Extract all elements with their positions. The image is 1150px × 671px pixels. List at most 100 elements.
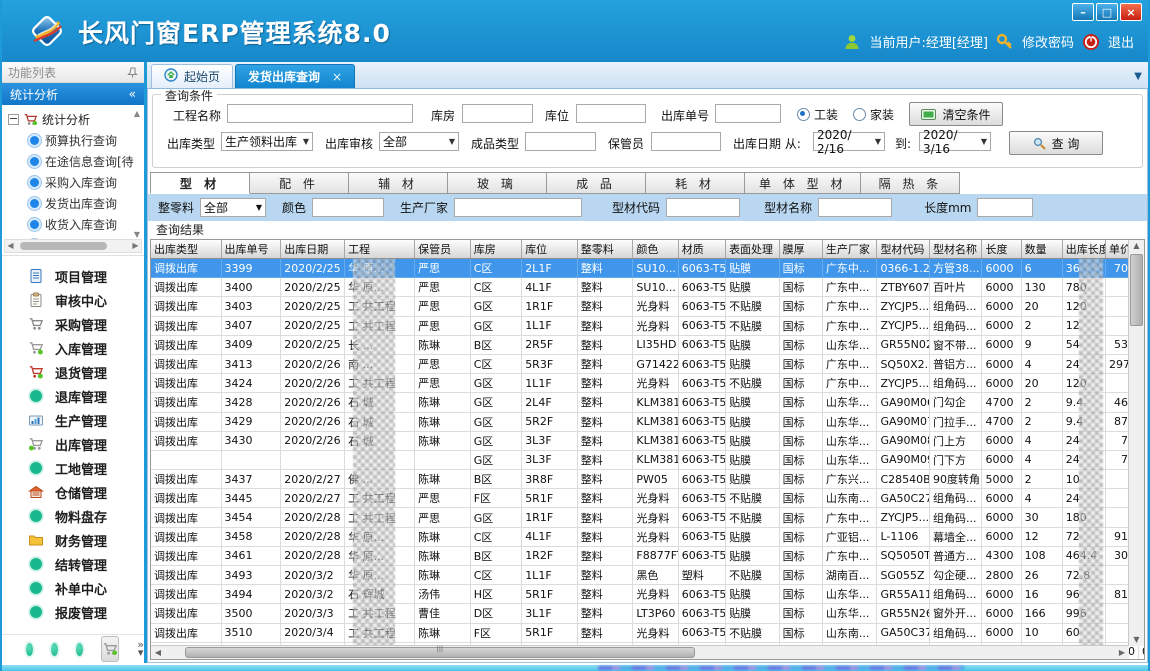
sidebar-item-采购管理[interactable]: 采购管理 (2, 312, 144, 336)
table-row[interactable]: G区3L3F整料KLM38176063-T5贴膜国标山东华...GA90M09.… (151, 450, 1145, 469)
sidebar-item-补单中心[interactable]: 补单中心 (2, 576, 144, 600)
tree-root-node[interactable]: 统计分析 (8, 109, 142, 130)
table-row[interactable]: 调拨出库35002020/3/3工 共工程曹佳D区3L1F整料LT3P60606… (151, 604, 1145, 623)
sidebar-item-仓储管理[interactable]: 仓储管理 (2, 480, 144, 504)
table-row[interactable]: 调拨出库34002020/2/25华 原...严思C区4L1F整料SU10...… (151, 278, 1145, 297)
material-tab-隔热条[interactable]: 隔 热 条 (861, 172, 960, 194)
table-row[interactable]: 调拨出库34582020/2/28华 原...陈琳C区4L1F整料光身料6063… (151, 527, 1145, 546)
column-header-出库类型[interactable]: 出库类型 (151, 240, 221, 259)
sidebar-item-入库管理[interactable]: 入库管理 (2, 336, 144, 360)
table-row[interactable]: 调拨出库34372020/2/27佛 ...陈琳B区3R8F整料PW056063… (151, 470, 1145, 489)
material-tab-配件[interactable]: 配 件 (250, 172, 349, 194)
tree-expander-icon[interactable] (8, 114, 19, 125)
scroll-left-icon[interactable]: ◀ (151, 648, 165, 657)
product-type-input[interactable] (525, 132, 596, 151)
column-header-工程[interactable]: 工程 (345, 240, 415, 259)
table-row[interactable]: 调拨出库34292020/2/26石 城陈琳G区5R2F整料KLM3817606… (151, 412, 1145, 431)
whole-part-select[interactable]: 全部▼ (200, 198, 266, 217)
table-row[interactable]: 调拨出库34132020/2/26南 ...严思C区5R3F整料G7142260… (151, 354, 1145, 373)
keeper-input[interactable] (651, 132, 721, 151)
sidebar-item-项目管理[interactable]: 项目管理 (2, 264, 144, 288)
column-header-材质[interactable]: 材质 (678, 240, 725, 259)
tree-item-4[interactable]: 发货出库查询 (8, 193, 142, 214)
section-header[interactable]: 统计分析 « (2, 83, 144, 105)
change-password-link[interactable]: 修改密码 (1022, 32, 1074, 51)
sidebar-item-工地管理[interactable]: 工地管理 (2, 456, 144, 480)
table-row[interactable]: 调拨出库34452020/2/27工 共工程严思F区5R1F整料光身料6063-… (151, 489, 1145, 508)
table-row[interactable]: 调拨出库34072020/2/25工 共工程严思G区1L1F整料光身料6063-… (151, 316, 1145, 335)
tree-item-5[interactable]: 收货入库查询 (8, 214, 142, 235)
table-row[interactable]: 调拨出库34302020/2/26石 城陈琳G区3L3F整料KLM3817606… (151, 431, 1145, 450)
module-dot-icon[interactable] (76, 643, 83, 656)
scroll-up-icon[interactable]: ▲ (1133, 240, 1139, 252)
scroll-right-icon[interactable]: ▶ (1115, 648, 1129, 657)
module-dot-icon[interactable] (26, 643, 33, 656)
profile-name-input[interactable] (818, 198, 892, 217)
tab-起始页[interactable]: 起始页 (151, 64, 233, 88)
table-row[interactable]: 调拨出库34542020/2/28工 共工程严思G区1R1F整料光身料6063-… (151, 508, 1145, 527)
close-button[interactable]: × (1120, 3, 1142, 21)
table-row[interactable]: 调拨出库34932020/3/2华 原...陈琳C区1L1F整料黑色塑料不贴膜国… (151, 566, 1145, 585)
tree-item-1[interactable]: 预算执行查询 (8, 130, 142, 151)
table-row[interactable]: 调拨出库34942020/3/2石 辉城汤伟H区5R1F整料光身料6063-T5… (151, 585, 1145, 604)
column-header-型材名称[interactable]: 型材名称 (929, 240, 982, 259)
date-to-picker[interactable]: 2020/ 3/16▼ (919, 132, 991, 151)
material-tab-单体型材[interactable]: 单 体 型 材 (745, 172, 861, 194)
sidebar-item-财务管理[interactable]: 财务管理 (2, 528, 144, 552)
column-header-数量[interactable]: 数量 (1021, 240, 1062, 259)
date-from-picker[interactable]: 2020/ 2/16▼ (813, 132, 885, 151)
material-tab-成品[interactable]: 成 品 (547, 172, 646, 194)
profile-code-input[interactable] (666, 198, 740, 217)
vertical-scrollbar[interactable]: ▲ ▼ (1128, 240, 1144, 646)
tree-vertical-scroll[interactable]: ▲▼ (131, 109, 143, 239)
column-header-出库单号[interactable]: 出库单号 (221, 240, 281, 259)
table-row[interactable]: 调拨出库34092020/2/25长 ...陈琳B区2R5F整料LI35HD60… (151, 335, 1145, 354)
column-header-颜色[interactable]: 颜色 (633, 240, 678, 259)
column-header-库位[interactable]: 库位 (522, 240, 578, 259)
close-tab-icon[interactable]: × (332, 70, 342, 84)
audit-select[interactable]: 全部▼ (379, 132, 459, 151)
column-header-出库长度[interactable]: 出库长度 (1062, 240, 1105, 259)
collapse-icon[interactable]: « (129, 87, 136, 101)
cart-module-button[interactable] (101, 636, 119, 662)
sidebar-item-生产管理[interactable]: 生产管理 (2, 408, 144, 432)
outbound-type-select[interactable]: 生产领料出库▼ (221, 132, 313, 151)
horizontal-scrollbar[interactable]: ◀ ▶ (151, 645, 1129, 659)
column-header-出库日期[interactable]: 出库日期 (281, 240, 345, 259)
scroll-left-icon[interactable]: ◀ (5, 241, 16, 251)
column-header-整零料[interactable]: 整零料 (577, 240, 633, 259)
table-row[interactable]: 调拨出库33992020/2/25华 原...严思C区2L1F整料SU10...… (151, 259, 1145, 278)
sidebar-item-退库管理[interactable]: 退库管理 (2, 384, 144, 408)
column-header-保管员[interactable]: 保管员 (415, 240, 471, 259)
hscroll-thumb[interactable] (185, 647, 696, 658)
tree-item-3[interactable]: 采购入库查询 (8, 172, 142, 193)
module-dot-icon[interactable] (51, 643, 58, 656)
search-button[interactable]: 查 询 (1009, 131, 1103, 155)
material-tab-耗材[interactable]: 耗 材 (646, 172, 745, 194)
table-row[interactable]: 调拨出库34032020/2/25工 共工程严思G区1R1F整料光身料6063-… (151, 297, 1145, 316)
sidebar-item-报废管理[interactable]: 报废管理 (2, 600, 144, 624)
sidebar-item-退货管理[interactable]: 退货管理 (2, 360, 144, 384)
more-modules-button[interactable]: »▾ (137, 641, 144, 657)
tab-发货出库查询[interactable]: 发货出库查询× (235, 64, 355, 88)
table-row[interactable]: 调拨出库34242020/2/26工 共工程严思G区1L1F整料光身料6063-… (151, 374, 1145, 393)
maximize-button[interactable]: □ (1096, 3, 1118, 21)
column-header-型材代码[interactable]: 型材代码 (877, 240, 930, 259)
table-row[interactable]: 调拨出库34282020/2/26石 城陈琳G区2L4F整料KLM3817606… (151, 393, 1145, 412)
order-no-input[interactable] (715, 104, 781, 123)
length-input[interactable] (977, 198, 1033, 217)
table-row[interactable]: 调拨出库34612020/2/28华 原...陈琳B区1R2F整料F8877FT… (151, 546, 1145, 565)
location-input[interactable] (576, 104, 646, 123)
minimize-button[interactable]: – (1072, 3, 1094, 21)
table-row[interactable]: 调拨出库35102020/3/4工 共工程陈琳F区5R1F整料光身料6063-T… (151, 623, 1145, 642)
scroll-right-icon[interactable]: ▶ (130, 241, 141, 251)
tree-item-2[interactable]: 在途信息查询[待 (8, 151, 142, 172)
scroll-thumb[interactable] (20, 242, 107, 250)
radio-gongzhuang[interactable]: 工装 (797, 106, 838, 123)
scroll-down-icon[interactable]: ▼ (1133, 634, 1139, 646)
radio-jiazhuang[interactable]: 家装 (853, 106, 894, 123)
column-header-表面处理[interactable]: 表面处理 (726, 240, 780, 259)
sidebar-item-结转管理[interactable]: 结转管理 (2, 552, 144, 576)
column-header-膜厚[interactable]: 膜厚 (779, 240, 822, 259)
sidebar-item-出库管理[interactable]: 出库管理 (2, 432, 144, 456)
